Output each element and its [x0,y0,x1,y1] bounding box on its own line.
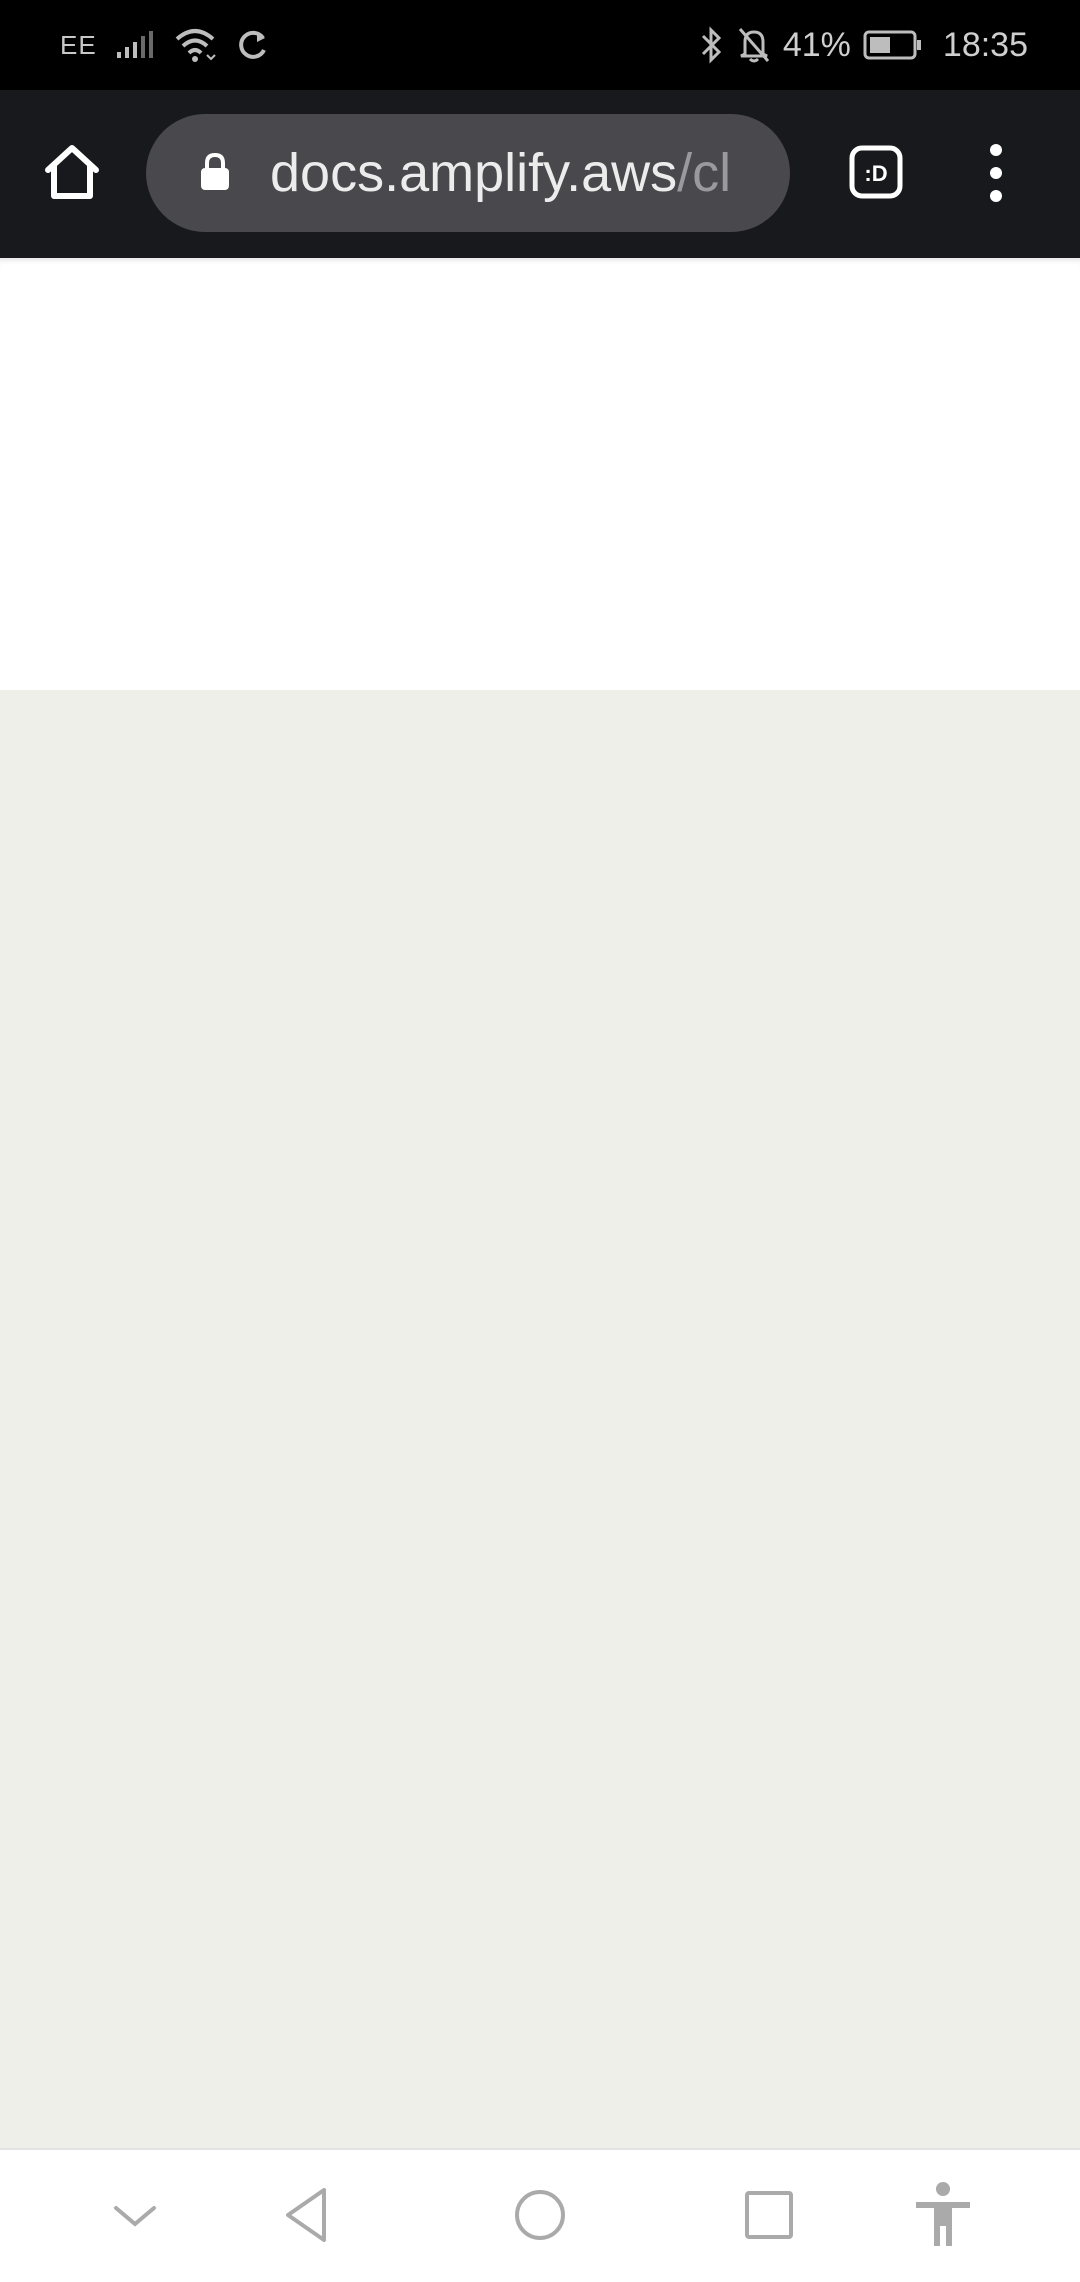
carrier-name: EE [60,29,97,60]
tab-switcher-icon: :D [849,145,903,199]
lock-icon [201,152,229,190]
notifications-off-icon [738,28,769,63]
accessibility-icon[interactable] [908,2180,978,2250]
tab-switcher-button[interactable]: :D [848,144,904,200]
sync-icon [238,30,266,59]
system-navigation-bar [0,2148,1080,2282]
status-left: EE [60,0,269,90]
wifi-icon [175,29,216,62]
battery-percent: 41% [782,25,851,64]
battery-icon [863,30,921,60]
signal-icon [116,31,153,58]
status-bar: EE 41% 18:35 [0,0,1080,90]
home-circle-icon[interactable] [505,2180,575,2250]
status-right: 41% 18:35 [699,0,1028,90]
clock: 18:35 [942,25,1028,64]
more-vert-icon[interactable] [974,138,1018,208]
url-text[interactable]: docs.amplify.aws/cl [270,114,731,232]
tab-count-label: :D [864,161,887,186]
url-path: /cl [677,143,732,203]
chevron-down-icon[interactable] [100,2180,170,2250]
address-bar[interactable]: docs.amplify.aws/cl [146,114,790,232]
page-header-area [0,258,1080,690]
bluetooth-icon [701,26,721,64]
home-icon[interactable] [40,140,104,204]
back-triangle-icon[interactable] [274,2180,344,2250]
recents-square-icon[interactable] [734,2180,804,2250]
page-content-area [0,690,1080,2148]
url-host: docs.amplify.aws [270,143,678,203]
browser-toolbar: docs.amplify.aws/cl :D [0,90,1080,258]
